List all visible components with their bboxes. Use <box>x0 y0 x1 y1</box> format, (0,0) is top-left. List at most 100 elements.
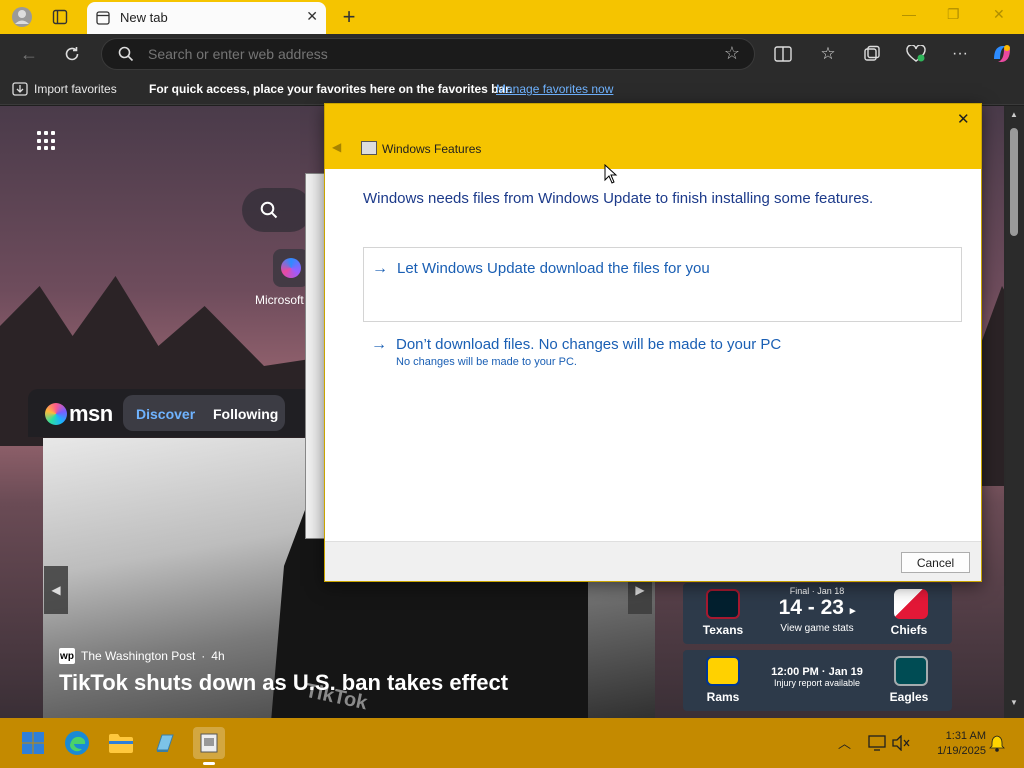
option-download-label: Let Windows Update download the files fo… <box>397 260 710 277</box>
cancel-button[interactable]: Cancel <box>901 552 970 573</box>
dialog-close-icon[interactable]: ✕ <box>957 110 970 128</box>
back-icon[interactable]: ← <box>17 42 41 66</box>
favorite-star-icon[interactable]: ☆ <box>724 43 740 64</box>
chiefs-logo-icon <box>894 589 928 619</box>
import-favorites-icon <box>12 82 28 96</box>
windows-logo-icon <box>22 732 44 754</box>
scroll-up-icon[interactable]: ▲ <box>1010 110 1018 119</box>
dialog-header: ◀ Windows Features ✕ <box>325 104 981 169</box>
favorites-bar: Import favorites For quick access, place… <box>0 74 1024 105</box>
mouse-cursor-icon <box>604 164 618 184</box>
more-options-icon[interactable]: ··· <box>948 42 972 66</box>
edge-icon <box>65 731 89 755</box>
option-dont-download[interactable]: → Don’t download files. No changes will … <box>363 324 962 384</box>
address-bar[interactable]: ☆ <box>101 38 755 70</box>
folder-icon <box>109 734 133 753</box>
browser-essentials-icon[interactable] <box>904 42 928 66</box>
home-team: Rams <box>706 690 740 704</box>
carousel-prev-button[interactable]: ◀ <box>44 566 68 614</box>
dialog-title: Windows Features <box>382 142 482 156</box>
volume-muted-icon[interactable] <box>892 735 910 751</box>
tab-actions-icon[interactable] <box>46 4 74 30</box>
score-card-texans-chiefs[interactable]: Texans Final · Jan 18 14 - 23 ▸ View gam… <box>683 583 952 644</box>
split-screen-icon[interactable] <box>771 42 795 66</box>
score-card-rams-eagles[interactable]: Rams 12:00 PM · Jan 19 Injury report ava… <box>683 650 952 711</box>
away-team: Eagles <box>889 690 929 704</box>
notification-bell-icon[interactable] <box>989 735 1005 752</box>
quick-link-icon <box>281 258 301 278</box>
profile-icon[interactable] <box>8 4 36 30</box>
new-tab-plus-icon[interactable]: + <box>335 4 363 30</box>
close-tab-icon[interactable]: ✕ <box>306 8 318 25</box>
manage-favorites-link[interactable]: Manage favorites now <box>496 82 613 96</box>
taskbar-windows-features[interactable] <box>193 727 225 765</box>
browser-toolbar: ← ☆ ☆ ··· <box>0 34 1024 74</box>
page-search-icon <box>260 201 278 219</box>
news-source: wp The Washington Post · 4h <box>59 648 225 664</box>
msn-butterfly-icon <box>45 403 67 425</box>
scroll-down-icon[interactable]: ▼ <box>1010 698 1018 707</box>
home-team: Texans <box>702 623 744 637</box>
windows-features-dialog: ◀ Windows Features ✕ Windows needs files… <box>324 103 982 582</box>
browser-title-bar: New tab ✕ + — ❐ ✕ <box>0 0 1024 34</box>
clock-date: 1/19/2025 <box>937 745 986 757</box>
restore-icon[interactable]: ❐ <box>947 6 960 23</box>
address-input[interactable] <box>148 46 708 62</box>
clock-time: 1:31 AM <box>945 730 986 742</box>
page-search-box[interactable] <box>242 188 312 232</box>
news-source-name: The Washington Post <box>81 649 196 663</box>
msn-logo: msn <box>45 401 113 427</box>
dialog-footer: Cancel <box>325 541 981 581</box>
network-icon[interactable] <box>868 735 886 751</box>
import-favorites-button[interactable]: Import favorites <box>12 82 117 96</box>
away-team: Chiefs <box>890 623 928 637</box>
score-value: 14 - 23 <box>778 596 844 619</box>
taskbar-app[interactable] <box>149 727 181 759</box>
option-download-files[interactable]: → Let Windows Update download the files … <box>363 247 962 322</box>
msn-tabs: Discover Following <box>123 395 285 431</box>
news-headline[interactable]: TikTok shuts down as U.S. ban takes effe… <box>59 670 508 696</box>
option-dont-download-sub: No changes will be made to your PC. <box>396 356 577 368</box>
dialog-message: Windows needs files from Windows Update … <box>363 190 874 207</box>
option-arrow-icon: → <box>371 336 387 353</box>
minimize-icon[interactable]: — <box>902 6 916 22</box>
texans-logo-icon <box>706 589 740 619</box>
tab-title: New tab <box>120 10 168 25</box>
system-clock[interactable]: 1:31 AM 1/19/2025 <box>920 729 986 759</box>
tab-discover[interactable]: Discover <box>136 406 195 422</box>
collections-icon[interactable] <box>860 42 884 66</box>
copilot-icon[interactable] <box>990 42 1014 66</box>
game-details: 12:00 PM · Jan 19 Injury report availabl… <box>771 666 863 688</box>
washington-post-icon: wp <box>59 648 75 664</box>
app-launcher-icon[interactable] <box>37 131 57 151</box>
option-dont-download-label: Don’t download files. No changes will be… <box>396 336 782 353</box>
windows-features-icon <box>361 141 377 155</box>
active-indicator <box>203 762 215 765</box>
taskbar-file-explorer[interactable] <box>105 727 137 759</box>
option-arrow-icon: → <box>372 260 388 277</box>
msn-feed-header: msn Discover Following <box>28 389 308 437</box>
scrollbar-thumb[interactable] <box>1010 128 1018 236</box>
back-arrow-icon[interactable]: ◀ <box>332 140 341 154</box>
start-button[interactable] <box>17 727 49 759</box>
taskbar-edge[interactable] <box>61 727 93 759</box>
windows-features-task-icon <box>200 733 218 753</box>
new-tab-icon <box>96 11 110 25</box>
page-scrollbar[interactable]: ▲ ▼ <box>1004 106 1024 718</box>
news-age: 4h <box>211 649 225 663</box>
app-icon <box>156 734 174 752</box>
import-favorites-label: Import favorites <box>34 82 117 96</box>
search-icon <box>118 46 134 62</box>
score-detail: View game stats <box>780 623 854 634</box>
taskbar: ︿ 1:31 AM 1/19/2025 <box>0 718 1024 768</box>
quick-link-tile[interactable] <box>273 249 309 287</box>
favorites-icon[interactable]: ☆ <box>816 42 840 66</box>
refresh-icon[interactable] <box>60 42 84 66</box>
close-window-icon[interactable]: ✕ <box>993 6 1005 23</box>
tab-following[interactable]: Following <box>213 406 278 422</box>
score-details: Final · Jan 18 14 - 23 ▸ View game stats <box>753 583 881 634</box>
tab-new-tab[interactable]: New tab ✕ <box>87 2 326 34</box>
quick-link-label: Microsoft <box>255 293 304 307</box>
eagles-logo-icon <box>894 656 928 686</box>
show-hidden-icons-icon[interactable]: ︿ <box>838 733 851 752</box>
